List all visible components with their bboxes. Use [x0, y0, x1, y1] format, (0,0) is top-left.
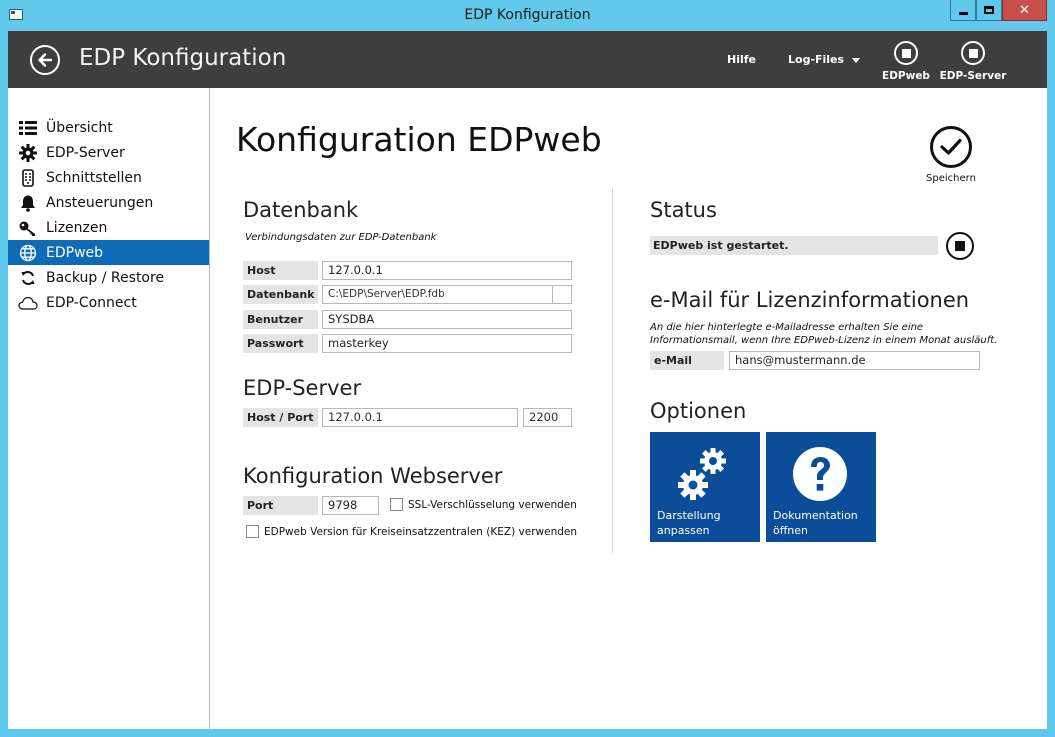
passwort-field[interactable]: masterkey [322, 334, 572, 353]
status-text: EDPweb ist gestartet. [650, 236, 938, 255]
tile-label-line: anpassen [657, 524, 710, 537]
tile-label-line: Dokumentation [773, 509, 858, 522]
tile-label: Dokumentation öffnen [773, 508, 858, 538]
tile-label: Darstellung anpassen [657, 508, 721, 538]
section-heading-edp-server: EDP-Server [243, 376, 362, 400]
stop-icon [961, 41, 985, 65]
logfiles-label: Log-Files [788, 53, 845, 66]
section-heading-status: Status [650, 198, 717, 222]
benutzer-label: Benutzer [243, 310, 318, 329]
checkbox-box [390, 498, 403, 511]
bell-icon [18, 194, 38, 212]
stop-icon [894, 41, 918, 65]
tile-label-line: Darstellung [657, 509, 721, 522]
stop-edpserver-button[interactable]: EDP-Server [938, 41, 1008, 82]
remote-icon [18, 168, 38, 187]
kez-checkbox[interactable]: EDPweb Version für Kreiseinsatzzentralen… [246, 525, 577, 538]
minimize-button[interactable] [950, 0, 976, 21]
checkbox-box [246, 525, 259, 538]
sidebar-item-ansteuerungen[interactable]: Ansteuerungen [8, 190, 209, 215]
darstellung-anpassen-tile[interactable]: Darstellung anpassen [650, 432, 760, 542]
section-heading-webserver: Konfiguration Webserver [243, 464, 503, 488]
header-title: EDP Konfiguration [79, 45, 287, 71]
sidebar-item-label: Lizenzen [46, 219, 108, 236]
kez-checkbox-label: EDPweb Version für Kreiseinsatzzentralen… [264, 525, 578, 538]
sidebar: Übersicht EDP-Server Schnittstellen Anst… [8, 88, 210, 729]
save-label: Speichern [926, 173, 976, 184]
back-button[interactable] [30, 45, 60, 75]
email-hint-line2: Informationsmail, wenn Ihre EDPweb-Lizen… [650, 335, 998, 346]
server-host-field[interactable]: 127.0.0.1 [322, 408, 518, 427]
sidebar-item-label: Schnittstellen [46, 169, 142, 186]
host-field[interactable]: 127.0.0.1 [322, 261, 572, 280]
gear-icon [18, 143, 38, 162]
benutzer-field[interactable]: SYSDBA [322, 310, 572, 329]
globe-icon [18, 244, 38, 262]
web-port-field[interactable]: 9798 [322, 496, 379, 515]
column-divider [612, 188, 613, 553]
datenbank-hint: Verbindungsdaten zur EDP-Datenbank [245, 232, 437, 243]
dokumentation-oeffnen-tile[interactable]: Dokumentation öffnen [766, 432, 876, 542]
list-icon [18, 119, 38, 137]
sidebar-item-lizenzen[interactable]: Lizenzen [8, 215, 209, 240]
email-hint-line1: An die hier hinterlegte e-Mailadresse er… [650, 322, 924, 333]
stop-edpserver-label: EDP-Server [939, 70, 1007, 82]
sidebar-item-label: EDPweb [46, 244, 104, 261]
passwort-label: Passwort [243, 334, 318, 353]
stop-edpweb-button[interactable]: EDPweb [871, 41, 941, 82]
host-label: Host [243, 261, 318, 280]
sidebar-item-label: Übersicht [46, 119, 113, 136]
sidebar-item-label: Ansteuerungen [46, 194, 154, 211]
tile-label-line: öffnen [773, 524, 809, 537]
section-heading-datenbank: Datenbank [243, 198, 359, 222]
save-button[interactable]: Speichern [921, 126, 981, 184]
stop-edpweb-label: EDPweb [882, 70, 930, 82]
sidebar-item-backup-restore[interactable]: Backup / Restore [8, 265, 209, 290]
checkmark-icon [930, 126, 972, 168]
minimize-icon [958, 11, 968, 15]
window-titlebar: EDP Konfiguration ✕ [0, 0, 1055, 31]
sidebar-item-edp-connect[interactable]: EDP-Connect [8, 290, 209, 315]
port-label: Port [243, 496, 318, 515]
browse-button[interactable] [552, 285, 572, 304]
sidebar-item-label: EDP-Server [46, 144, 125, 161]
host-port-label: Host / Port [243, 408, 318, 427]
help-question-icon [793, 447, 847, 501]
stop-service-button[interactable] [946, 232, 974, 260]
chevron-down-icon [852, 57, 861, 63]
sidebar-item-schnittstellen[interactable]: Schnittstellen [8, 165, 209, 190]
sidebar-item-edp-server[interactable]: EDP-Server [8, 140, 209, 165]
section-heading-optionen: Optionen [650, 399, 747, 423]
app-header: EDP Konfiguration Hilfe Log-Files EDPweb… [8, 31, 1047, 88]
server-port-field[interactable]: 2200 [523, 408, 572, 427]
arrow-left-icon [38, 53, 53, 67]
maximize-button[interactable] [976, 0, 1002, 21]
datenbank-label: Datenbank [243, 285, 318, 304]
sidebar-item-edpweb[interactable]: EDPweb [8, 240, 209, 265]
email-field[interactable]: hans@mustermann.de [729, 351, 980, 370]
page-title: Konfiguration EDPweb [236, 120, 602, 159]
email-label: e-Mail [650, 351, 724, 370]
close-icon: ✕ [1019, 2, 1030, 18]
app-window: EDP Konfiguration Hilfe Log-Files EDPweb… [8, 31, 1047, 729]
logfiles-dropdown[interactable]: Log-Files [788, 53, 861, 66]
maximize-icon [984, 6, 994, 14]
cloud-icon [18, 294, 38, 312]
main-content: Konfiguration EDPweb Speichern Datenbank… [211, 88, 1047, 729]
section-heading-email: e-Mail für Lizenzinformationen [650, 288, 970, 312]
stop-icon [955, 241, 965, 251]
sync-icon [18, 269, 38, 287]
ssl-checkbox-label: SSL-Verschlüsselung verwenden [408, 498, 577, 511]
datenbank-path-field[interactable]: C:\EDP\Server\EDP.fdb [322, 285, 553, 304]
sidebar-item-uebersicht[interactable]: Übersicht [8, 115, 209, 140]
window-title: EDP Konfiguration [464, 7, 591, 23]
gears-icon [678, 448, 726, 500]
ssl-checkbox[interactable]: SSL-Verschlüsselung verwenden [390, 498, 577, 511]
sidebar-item-label: Backup / Restore [46, 269, 165, 286]
sidebar-item-label: EDP-Connect [46, 294, 137, 311]
close-button[interactable]: ✕ [1002, 0, 1047, 21]
key-icon [18, 219, 38, 237]
help-link[interactable]: Hilfe [727, 53, 756, 66]
